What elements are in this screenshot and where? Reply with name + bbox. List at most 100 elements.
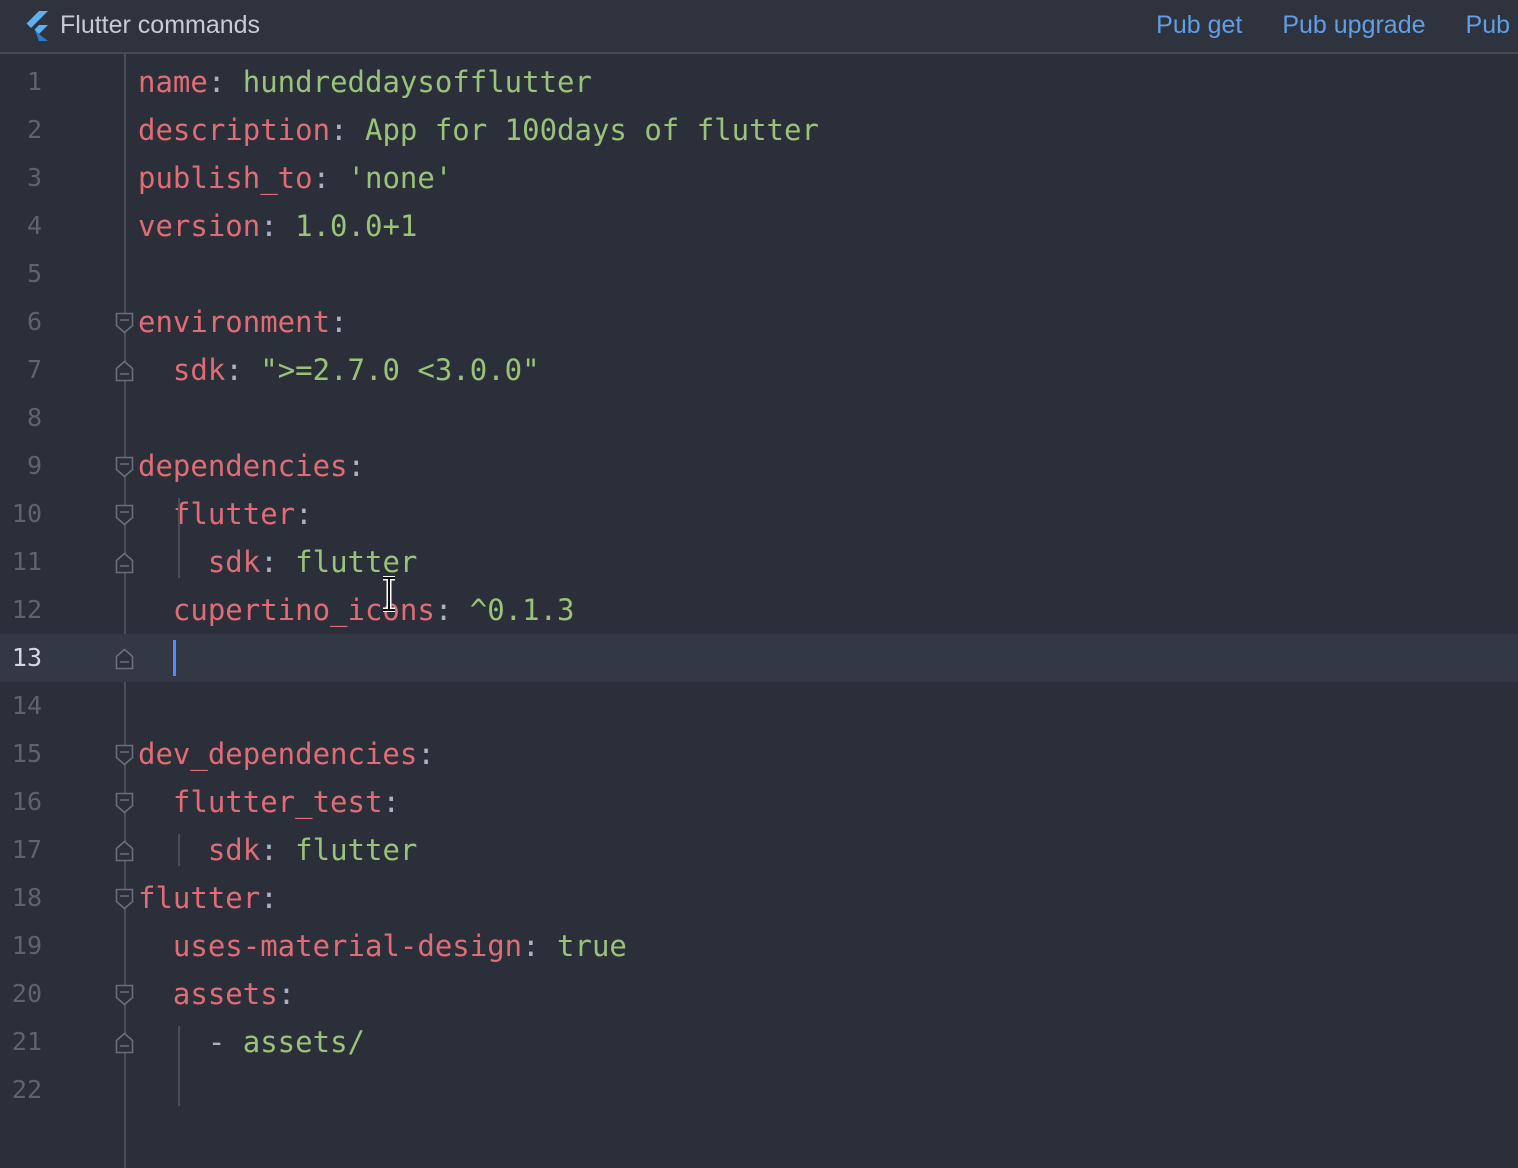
line-number: 13 xyxy=(11,643,42,672)
code-text: flutter: xyxy=(138,874,278,922)
line-number: 7 xyxy=(26,355,42,384)
fold-end-icon[interactable] xyxy=(115,360,134,382)
code-text: cupertino_icons: ^0.1.3 xyxy=(138,586,575,634)
yaml-separator: : xyxy=(295,497,313,531)
yaml-value: assets/ xyxy=(242,1025,365,1059)
fold-collapse-icon[interactable] xyxy=(115,888,134,910)
code-editor[interactable]: 1 name: hundreddaysofflutter 2 description:… xyxy=(0,54,1518,1168)
line-number: 17 xyxy=(11,835,42,864)
code-text: publish_to: 'none' xyxy=(138,154,452,202)
yaml-value: hundreddaysofflutter xyxy=(242,65,592,99)
line-number: 11 xyxy=(11,547,42,576)
yaml-separator: : xyxy=(330,113,365,147)
yaml-key: environment xyxy=(138,305,331,339)
yaml-key: uses-material-design xyxy=(172,929,523,963)
yaml-key: flutter_test xyxy=(172,785,383,819)
line-number: 4 xyxy=(26,211,42,240)
code-text: description: App for 100days of flutter xyxy=(138,106,819,154)
code-line[interactable]: 3 publish_to: 'none' xyxy=(0,154,1518,202)
indent-guide xyxy=(178,834,180,866)
code-line[interactable]: 4 version: 1.0.0+1 xyxy=(0,202,1518,250)
code-line[interactable]: 20 assets: xyxy=(0,970,1518,1018)
line-number: 10 xyxy=(11,499,42,528)
code-line[interactable]: 16 flutter_test: xyxy=(0,778,1518,826)
fold-collapse-icon[interactable] xyxy=(115,456,134,478)
line-number: 14 xyxy=(11,691,42,720)
line-number: 22 xyxy=(11,1075,42,1104)
fold-end-icon[interactable] xyxy=(115,840,134,862)
pub-outdated-link[interactable]: Pub xyxy=(1466,10,1510,40)
code-line[interactable]: 8 xyxy=(0,394,1518,442)
fold-collapse-icon[interactable] xyxy=(115,744,134,766)
line-number: 8 xyxy=(26,403,42,432)
code-line[interactable]: 9 dependencies: xyxy=(0,442,1518,490)
code-text: flutter_test: xyxy=(138,778,400,826)
code-line[interactable]: 22 xyxy=(0,1066,1518,1114)
code-text: assets: xyxy=(138,970,295,1018)
pub-upgrade-link[interactable]: Pub upgrade xyxy=(1282,10,1425,40)
yaml-key: sdk xyxy=(207,545,261,579)
fold-collapse-icon[interactable] xyxy=(115,312,134,334)
code-line[interactable]: 21 - assets/ xyxy=(0,1018,1518,1066)
code-line[interactable]: 5 xyxy=(0,250,1518,298)
code-line[interactable]: 12 cupertino_icons: ^0.1.3 xyxy=(0,586,1518,634)
code-line[interactable]: 19 uses-material-design: true xyxy=(0,922,1518,970)
fold-end-icon[interactable] xyxy=(115,648,134,670)
fold-collapse-icon[interactable] xyxy=(115,984,134,1006)
line-number: 16 xyxy=(11,787,42,816)
yaml-key: publish_to xyxy=(138,161,313,195)
line-number: 19 xyxy=(11,931,42,960)
yaml-separator: : xyxy=(260,209,296,243)
fold-collapse-icon[interactable] xyxy=(115,504,134,526)
code-text: flutter: xyxy=(138,490,313,538)
line-number: 15 xyxy=(11,739,42,768)
code-line[interactable]: 6 environment: xyxy=(0,298,1518,346)
fold-end-icon[interactable] xyxy=(115,1032,134,1054)
code-line[interactable]: 2 description: App for 100days of flutter xyxy=(0,106,1518,154)
yaml-key: description xyxy=(138,113,331,147)
yaml-key: assets xyxy=(172,977,278,1011)
code-line[interactable]: 17 sdk: flutter xyxy=(0,826,1518,874)
code-text: dependencies: xyxy=(138,442,365,490)
yaml-separator: : xyxy=(207,65,243,99)
line-number: 18 xyxy=(11,883,42,912)
code-text: name: hundreddaysofflutter xyxy=(138,58,592,106)
yaml-key: sdk xyxy=(207,833,261,867)
code-text: version: 1.0.0+1 xyxy=(138,202,417,250)
line-number: 21 xyxy=(11,1027,42,1056)
code-line[interactable]: 18 flutter: xyxy=(0,874,1518,922)
yaml-separator: : xyxy=(347,449,365,483)
code-line[interactable]: 14 xyxy=(0,682,1518,730)
yaml-value: 1.0.0+1 xyxy=(295,209,418,243)
yaml-separator: : xyxy=(382,785,400,819)
code-line[interactable]: 1 name: hundreddaysofflutter xyxy=(0,58,1518,106)
fold-end-icon[interactable] xyxy=(115,552,134,574)
indent-guide xyxy=(178,498,180,578)
code-line[interactable]: 15 dev_dependencies: xyxy=(0,730,1518,778)
indent-guide xyxy=(178,1026,180,1106)
code-line[interactable]: 10 flutter: xyxy=(0,490,1518,538)
header-title: Flutter commands xyxy=(60,11,261,39)
yaml-key: flutter xyxy=(172,497,296,531)
fold-collapse-icon[interactable] xyxy=(115,792,134,814)
yaml-separator: : xyxy=(417,737,435,771)
list-dash: - xyxy=(207,1025,243,1059)
yaml-key: name xyxy=(138,65,208,99)
line-number: 12 xyxy=(11,595,42,624)
yaml-value: true xyxy=(557,929,627,963)
pub-get-link[interactable]: Pub get xyxy=(1156,10,1242,40)
code-line[interactable]: 13 xyxy=(0,634,1518,682)
yaml-value: flutter xyxy=(295,545,418,579)
yaml-separator: : xyxy=(260,545,296,579)
code-text: sdk: ">=2.7.0 <3.0.0" xyxy=(138,346,540,394)
code-line[interactable]: 11 sdk: flutter xyxy=(0,538,1518,586)
code-line[interactable]: 7 sdk: ">=2.7.0 <3.0.0" xyxy=(0,346,1518,394)
yaml-separator: : xyxy=(277,977,296,1011)
